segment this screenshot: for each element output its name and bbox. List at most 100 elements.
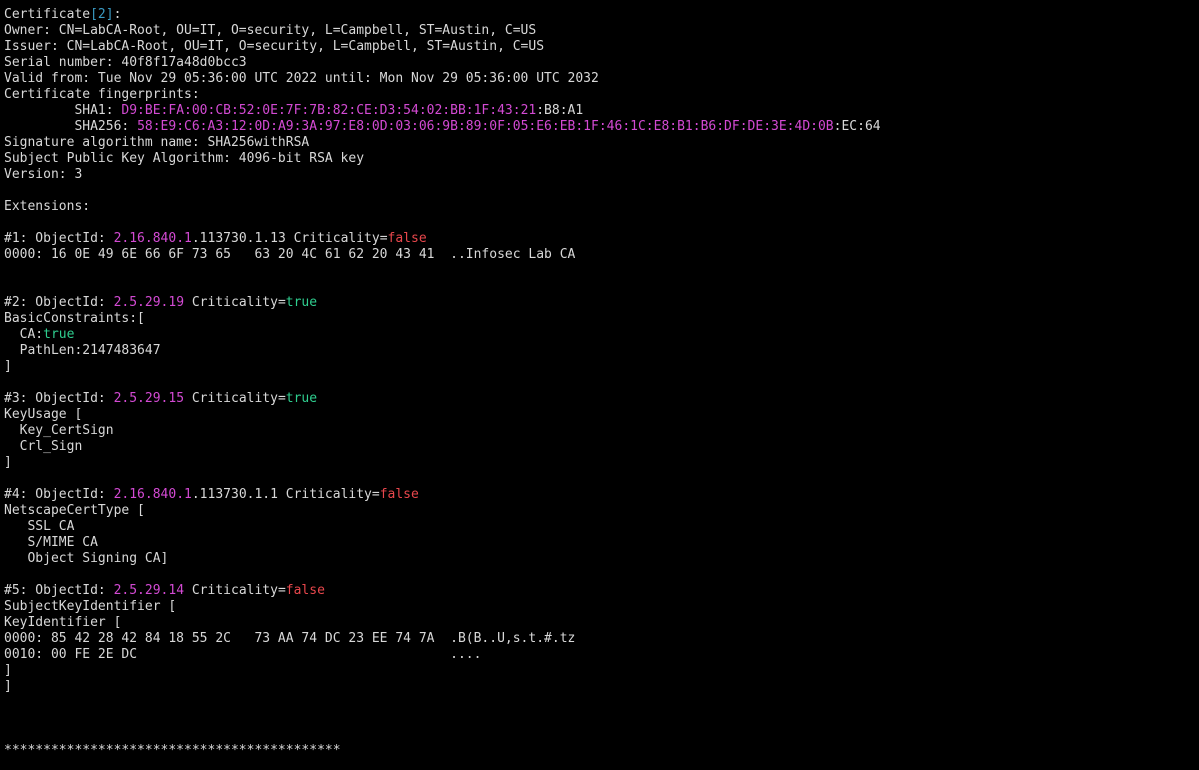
terminal-text-segment: 2.5.29.14 bbox=[113, 583, 185, 598]
terminal-text-segment: Issuer: CN=LabCA-Root, OU=IT, O=security… bbox=[4, 39, 545, 54]
bracket-close: ] bbox=[4, 679, 1194, 695]
basic-constraints-open: BasicConstraints:[ bbox=[4, 311, 1194, 327]
terminal-text-segment: SSL CA bbox=[4, 519, 75, 534]
bracket-close: ] bbox=[4, 663, 1194, 679]
terminal-text-segment: SubjectKeyIdentifier [ bbox=[4, 599, 177, 614]
terminal-text-segment: true bbox=[285, 391, 318, 406]
validity-line: Valid from: Tue Nov 29 05:36:00 UTC 2022… bbox=[4, 71, 1194, 87]
terminal-text-segment: #5: ObjectId: bbox=[4, 583, 114, 598]
terminal-text-segment: 2.16.840.1 bbox=[113, 487, 192, 502]
terminal-text-segment: KeyIdentifier [ bbox=[4, 615, 122, 630]
sha256-line: SHA256: 58:E9:C6:A3:12:0D:A9:3A:97:E8:0D… bbox=[4, 119, 1194, 135]
ext5-hex-line-0000: 0000: 85 42 28 42 84 18 55 2C 73 AA 74 D… bbox=[4, 631, 1194, 647]
terminal-text-segment: Certificate fingerprints: bbox=[4, 87, 200, 102]
terminal-text-segment: Object Signing CA] bbox=[4, 551, 169, 566]
terminal-text-segment: false bbox=[285, 583, 325, 598]
sha1-line: SHA1: D9:BE:FA:00:CB:52:0E:7F:7B:82:CE:D… bbox=[4, 103, 1194, 119]
bracket-close: ] bbox=[4, 455, 1194, 471]
terminal-text-segment: 2.5.29.15 bbox=[113, 391, 185, 406]
terminal-text-segment: Criticality= bbox=[184, 295, 286, 310]
terminal-text-segment: 0010: 00 FE 2E DC .... bbox=[4, 647, 482, 662]
terminal-text-segment: ****************************************… bbox=[4, 743, 341, 758]
issuer-line: Issuer: CN=LabCA-Root, OU=IT, O=security… bbox=[4, 39, 1194, 55]
key-certsign-line: Key_CertSign bbox=[4, 423, 1194, 439]
smime-ca-line: S/MIME CA bbox=[4, 535, 1194, 551]
ext5-header: #5: ObjectId: 2.5.29.14 Criticality=fals… bbox=[4, 583, 1194, 599]
terminal-text-segment: BasicConstraints:[ bbox=[4, 311, 145, 326]
terminal-text-segment: KeyUsage [ bbox=[4, 407, 83, 422]
terminal-text-segment: NetscapeCertType [ bbox=[4, 503, 145, 518]
terminal-text-segment: Extensions: bbox=[4, 199, 91, 214]
terminal-text-segment: #3: ObjectId: bbox=[4, 391, 114, 406]
key-usage-open: KeyUsage [ bbox=[4, 407, 1194, 423]
terminal-text-segment: SHA256: bbox=[4, 119, 138, 134]
terminal-text-segment: Criticality= bbox=[184, 583, 286, 598]
terminal-text-segment: Key_CertSign bbox=[4, 423, 114, 438]
terminal-text-segment: true bbox=[285, 295, 318, 310]
version-line: Version: 3 bbox=[4, 167, 1194, 183]
object-signing-ca-line: Object Signing CA] bbox=[4, 551, 1194, 567]
pathlen-line: PathLen:2147483647 bbox=[4, 343, 1194, 359]
terminal-text-segment: .113730.1.13 Criticality= bbox=[191, 231, 388, 246]
terminal-text-segment: #1: ObjectId: bbox=[4, 231, 114, 246]
terminal-text-segment: .113730.1.1 Criticality= bbox=[191, 487, 380, 502]
terminal-text-segment: #2: ObjectId: bbox=[4, 295, 114, 310]
terminal-text-segment: ] bbox=[4, 359, 12, 374]
terminal-text-segment: 0000: 16 0E 49 6E 66 6F 73 65 63 20 4C 6… bbox=[4, 247, 576, 262]
terminal-text-segment: 2.5.29.19 bbox=[113, 295, 185, 310]
serial-line: Serial number: 40f8f17a48d0bcc3 bbox=[4, 55, 1194, 71]
terminal-text-segment: Serial number: 40f8f17a48d0bcc3 bbox=[4, 55, 247, 70]
terminal-text-segment: 0000: 85 42 28 42 84 18 55 2C 73 AA 74 D… bbox=[4, 631, 576, 646]
ca-flag-line: CA:true bbox=[4, 327, 1194, 343]
crl-sign-line: Crl_Sign bbox=[4, 439, 1194, 455]
terminal-text-segment: D9:BE:FA:00:CB:52:0E:7F:7B:82:CE:D3:54:0… bbox=[121, 103, 537, 118]
certificate-header: Certificate[2]: bbox=[4, 7, 1194, 23]
public-key-line: Subject Public Key Algorithm: 4096-bit R… bbox=[4, 151, 1194, 167]
terminal-text-segment: false bbox=[387, 231, 427, 246]
bracket-close: ] bbox=[4, 359, 1194, 375]
terminal-text-segment: [2] bbox=[90, 7, 114, 22]
terminal-text-segment: Valid from: Tue Nov 29 05:36:00 UTC 2022… bbox=[4, 71, 599, 86]
separator-line: ****************************************… bbox=[4, 743, 1194, 759]
terminal-text-segment: true bbox=[43, 327, 75, 342]
key-identifier-open: KeyIdentifier [ bbox=[4, 615, 1194, 631]
ext4-header: #4: ObjectId: 2.16.840.1.113730.1.1 Crit… bbox=[4, 487, 1194, 503]
terminal-text-segment: : bbox=[113, 7, 122, 22]
terminal-text-segment: :EC:64 bbox=[833, 119, 881, 134]
ext3-header: #3: ObjectId: 2.5.29.15 Criticality=true bbox=[4, 391, 1194, 407]
ext1-hex-line: 0000: 16 0E 49 6E 66 6F 73 65 63 20 4C 6… bbox=[4, 247, 1194, 263]
fingerprints-header: Certificate fingerprints: bbox=[4, 87, 1194, 103]
terminal-text-segment: CA: bbox=[4, 327, 44, 342]
terminal-text-segment: Signature algorithm name: SHA256withRSA bbox=[4, 135, 310, 150]
extensions-header: Extensions: bbox=[4, 199, 1194, 215]
terminal-text-segment: false bbox=[379, 487, 419, 502]
terminal-text-segment: :B8:A1 bbox=[536, 103, 584, 118]
terminal-text-segment: Crl_Sign bbox=[4, 439, 83, 454]
terminal-text-segment: ] bbox=[4, 663, 12, 678]
ext2-header: #2: ObjectId: 2.5.29.19 Criticality=true bbox=[4, 295, 1194, 311]
terminal-text-segment: Version: 3 bbox=[4, 167, 83, 182]
ext1-header: #1: ObjectId: 2.16.840.1.113730.1.13 Cri… bbox=[4, 231, 1194, 247]
terminal-text-segment: Criticality= bbox=[184, 391, 286, 406]
terminal-text-segment: Subject Public Key Algorithm: 4096-bit R… bbox=[4, 151, 365, 166]
terminal-output[interactable]: Certificate[2]: Owner: CN=LabCA-Root, OU=… bbox=[4, 7, 1194, 759]
terminal-text-segment: SHA1: bbox=[4, 103, 122, 118]
terminal-text-segment: Certificate bbox=[4, 7, 91, 22]
terminal-text-segment: ] bbox=[4, 455, 12, 470]
signature-algorithm-line: Signature algorithm name: SHA256withRSA bbox=[4, 135, 1194, 151]
netscape-cert-type-open: NetscapeCertType [ bbox=[4, 503, 1194, 519]
terminal-text-segment: 2.16.840.1 bbox=[113, 231, 192, 246]
terminal-text-segment: 58:E9:C6:A3:12:0D:A9:3A:97:E8:0D:03:06:9… bbox=[137, 119, 834, 134]
terminal-text-segment: #4: ObjectId: bbox=[4, 487, 114, 502]
owner-line: Owner: CN=LabCA-Root, OU=IT, O=security,… bbox=[4, 23, 1194, 39]
